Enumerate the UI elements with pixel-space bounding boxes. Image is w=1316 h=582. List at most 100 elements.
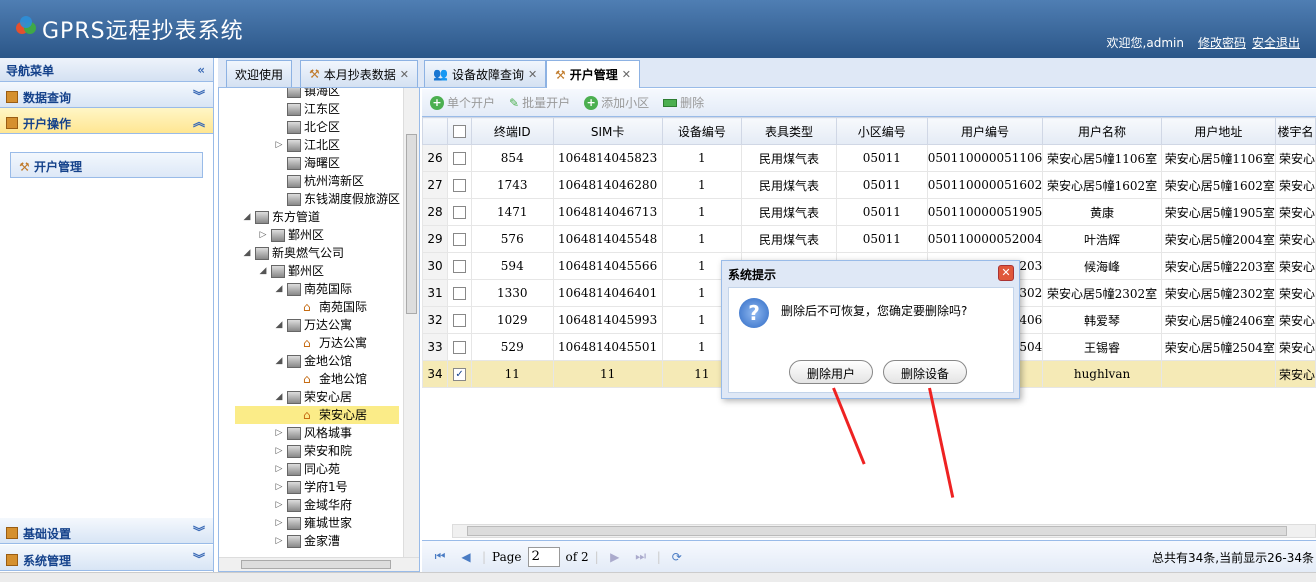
column-header[interactable]: 设备编号 xyxy=(661,117,743,145)
nav-section-account-ops[interactable]: 开户操作 ︽ xyxy=(0,108,213,134)
row-checkbox-cell[interactable] xyxy=(447,333,472,361)
last-page-icon[interactable]: ⏭ xyxy=(631,549,651,564)
tab-account-management[interactable]: ⚒ 开户管理 ✕ xyxy=(546,60,640,88)
collapse-icon[interactable]: ◢ xyxy=(241,244,253,262)
row-checkbox-cell[interactable] xyxy=(447,306,472,334)
tree-node[interactable]: 海曙区 xyxy=(273,154,340,172)
expand-icon[interactable]: ▷ xyxy=(273,136,285,154)
expand-icon[interactable]: ▷ xyxy=(273,460,285,478)
column-header[interactable]: 用户名称 xyxy=(1042,117,1162,145)
add-area-button[interactable]: + 添加小区 xyxy=(584,94,649,111)
tree-vertical-scrollbar[interactable] xyxy=(403,88,419,558)
close-icon[interactable]: ✕ xyxy=(400,68,409,81)
table-row[interactable]: 26 854 1064814045823 1 民用煤气表 05011 05011000005… xyxy=(422,144,1316,172)
single-account-button[interactable]: + 单个开户 xyxy=(430,94,495,111)
tab-welcome[interactable]: 欢迎使用 xyxy=(226,60,293,87)
tree-node[interactable]: ▷ 江北区 xyxy=(273,136,340,154)
prev-page-icon[interactable]: ◀ xyxy=(456,550,476,564)
tree-node[interactable]: ◢ 鄞州区 xyxy=(257,262,324,280)
tab-monthly-readings[interactable]: ⚒ 本月抄表数据 ✕ xyxy=(300,60,418,87)
row-checkbox[interactable] xyxy=(453,314,467,327)
tree-node[interactable]: ▷ 学府1号 xyxy=(273,478,348,496)
expand-icon[interactable]: ▷ xyxy=(273,442,285,460)
column-header[interactable]: 用户地址 xyxy=(1160,117,1276,145)
tree-node[interactable]: 杭州湾新区 xyxy=(273,172,364,190)
tree-node[interactable]: 镇海区 xyxy=(273,88,340,100)
table-row[interactable]: 29 576 1064814045548 1 民用煤气表 05011 05011000005… xyxy=(422,225,1316,253)
row-checkbox[interactable] xyxy=(453,233,467,246)
change-password-link[interactable]: 修改密码 xyxy=(1198,34,1246,51)
close-icon[interactable]: ✕ xyxy=(528,68,537,81)
refresh-icon[interactable]: ⟳ xyxy=(667,550,687,564)
tree-node[interactable]: ⌂ 荣安心居 xyxy=(235,406,399,424)
expand-icon[interactable]: ▷ xyxy=(273,478,285,496)
logout-link[interactable]: 安全退出 xyxy=(1252,34,1300,51)
row-checkbox-cell[interactable] xyxy=(447,252,472,280)
tree-node[interactable]: ⌂ 南苑国际 xyxy=(289,298,367,316)
column-header[interactable]: 小区编号 xyxy=(835,117,928,145)
page-number-input[interactable] xyxy=(527,546,560,567)
tab-device-faults[interactable]: 👥 设备故障查询 ✕ xyxy=(424,60,547,87)
expand-icon[interactable]: ▷ xyxy=(257,226,269,244)
nav-section-basic-settings[interactable]: 基础设置 ︾ xyxy=(0,518,213,544)
table-row[interactable]: 27 1743 1064814046280 1 民用煤气表 05011 0501100000… xyxy=(422,171,1316,199)
row-checkbox[interactable]: ✓ xyxy=(453,368,467,381)
tree-node[interactable]: ▷ 鄞州区 xyxy=(257,226,324,244)
column-header[interactable]: 终端ID xyxy=(470,117,554,145)
first-page-icon[interactable]: ⏮ xyxy=(430,549,450,564)
tree-node[interactable]: ◢ 东方管道 xyxy=(241,208,320,226)
row-checkbox[interactable] xyxy=(453,206,467,219)
tree-node[interactable]: ◢ 荣安心居 xyxy=(273,388,352,406)
next-page-icon[interactable]: ▶ xyxy=(605,550,625,564)
row-checkbox-cell[interactable]: ✓ xyxy=(447,360,472,388)
delete-user-button[interactable]: 删除用户 xyxy=(789,360,873,384)
nav-section-system-management[interactable]: 系统管理 ︾ xyxy=(0,545,213,571)
column-header[interactable]: 表具类型 xyxy=(741,117,837,145)
tree-node[interactable]: ▷ 金域华府 xyxy=(273,496,352,514)
column-header[interactable]: 楼宇名 xyxy=(1274,117,1316,145)
table-row[interactable]: 28 1471 1064814046713 1 民用煤气表 05011 0501100000… xyxy=(422,198,1316,226)
row-checkbox[interactable] xyxy=(453,260,467,273)
grid-horizontal-scrollbar[interactable] xyxy=(452,524,1316,538)
tree-node[interactable]: 北仑区 xyxy=(273,118,340,136)
tree-node[interactable]: ▷ 同心苑 xyxy=(273,460,340,478)
nav-section-data-query[interactable]: 数据查询 ︾ xyxy=(0,82,213,108)
row-checkbox-cell[interactable] xyxy=(447,279,472,307)
tree-node[interactable]: ⌂ 万达公寓 xyxy=(289,334,367,352)
close-icon[interactable]: ✕ xyxy=(998,265,1014,281)
expand-icon[interactable]: ▷ xyxy=(273,424,285,442)
column-header[interactable]: SIM卡 xyxy=(552,117,663,145)
collapse-icon[interactable]: ◢ xyxy=(273,352,285,370)
collapse-icon[interactable]: ◢ xyxy=(257,262,269,280)
menu-item-account-management[interactable]: ⚒ 开户管理 xyxy=(10,152,203,178)
delete-device-button[interactable]: 删除设备 xyxy=(883,360,967,384)
tree-node[interactable]: ⌂ 金地公馆 xyxy=(289,370,367,388)
expand-icon[interactable]: ▷ xyxy=(273,496,285,514)
row-checkbox-cell[interactable] xyxy=(447,171,472,199)
tree-node[interactable]: ▷ 雍城世家 xyxy=(273,514,352,532)
row-checkbox[interactable] xyxy=(453,179,467,192)
close-icon[interactable]: ✕ xyxy=(622,68,631,81)
row-checkbox[interactable] xyxy=(453,152,467,165)
tree-node[interactable]: ◢ 万达公寓 xyxy=(273,316,352,334)
expand-icon[interactable]: ▷ xyxy=(273,532,285,550)
tree-node[interactable]: ◢ 新奥燃气公司 xyxy=(241,244,344,262)
row-checkbox-cell[interactable] xyxy=(447,225,472,253)
collapse-icon[interactable]: ◢ xyxy=(241,208,253,226)
column-header[interactable]: 用户编号 xyxy=(926,117,1044,145)
checkbox[interactable] xyxy=(453,125,467,138)
row-checkbox-cell[interactable] xyxy=(447,198,472,226)
tree-node[interactable]: ◢ 南苑国际 xyxy=(273,280,352,298)
row-checkbox[interactable] xyxy=(453,341,467,354)
collapse-icon[interactable]: ◢ xyxy=(273,388,285,406)
batch-account-button[interactable]: ✎ 批量开户 xyxy=(509,94,570,111)
collapse-icon[interactable]: ◢ xyxy=(273,280,285,298)
tree-node[interactable]: ▷ 荣安和院 xyxy=(273,442,352,460)
delete-button[interactable]: 删除 xyxy=(663,94,704,111)
tree-node[interactable]: ▷ 风格城事 xyxy=(273,424,352,442)
tree-horizontal-scrollbar[interactable] xyxy=(219,557,419,571)
tree-node[interactable]: 江东区 xyxy=(273,100,340,118)
collapse-panel-icon[interactable]: « xyxy=(197,63,205,77)
select-all-checkbox[interactable] xyxy=(447,117,472,145)
tree-node[interactable]: ◢ 金地公馆 xyxy=(273,352,352,370)
